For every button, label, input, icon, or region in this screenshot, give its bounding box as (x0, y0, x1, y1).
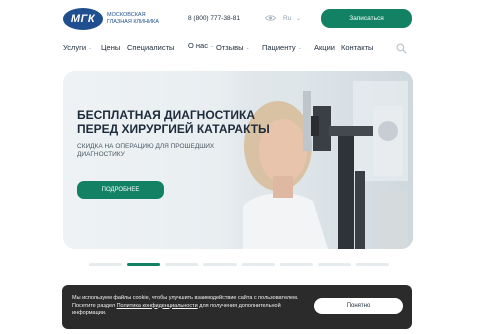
nav-item-prices[interactable]: Цены (101, 43, 120, 52)
logo-mark: МГК (63, 8, 103, 30)
nav-item-reviews[interactable]: Отзывы ⌄ (216, 43, 250, 52)
slider-dot[interactable] (355, 263, 389, 266)
nav-item-label: Контакты (341, 43, 374, 52)
nav-item-label: О нас (188, 41, 208, 50)
nav-item-contacts[interactable]: Контакты (341, 43, 373, 52)
chevron-down-icon[interactable]: ⌄ (296, 15, 301, 22)
slider-dot-active[interactable] (127, 263, 161, 266)
site-header: МГК Московская глазная клиника 8 (800) 7… (0, 0, 480, 40)
nav-item-label: Акции (314, 43, 335, 52)
main-nav: Услуги ⌄ Цены Специалисты О нас ⌄ Отзывы… (0, 40, 480, 60)
cookie-accept-button[interactable]: Понятно (314, 298, 403, 314)
slider-dot[interactable] (241, 263, 275, 266)
chevron-down-icon: ⌄ (209, 43, 215, 49)
language-selector[interactable]: Ru (283, 15, 291, 22)
privacy-policy-link[interactable]: Политика конфиденциальности (117, 303, 198, 309)
nav-item-promotions[interactable]: Акции (314, 43, 335, 52)
chevron-down-icon: ⌄ (88, 44, 93, 51)
search-icon[interactable] (396, 43, 407, 54)
signup-button[interactable]: Записаться (321, 9, 412, 28)
cookie-banner: Мы используем файлы cookie, чтобы улучши… (62, 285, 412, 329)
chevron-down-icon: ⌄ (245, 44, 250, 51)
logo[interactable]: МГК Московская глазная клиника (63, 8, 169, 30)
nav-item-label: Пациенту (262, 43, 296, 52)
nav-item-patient[interactable]: Пациенту ⌄ (262, 43, 302, 52)
more-button[interactable]: Подробнее (77, 181, 164, 199)
nav-item-label: Цены (101, 43, 121, 52)
nav-item-services[interactable]: Услуги ⌄ (63, 43, 92, 52)
hero-banner[interactable]: Бесплатная диагностика перед хирургией к… (63, 71, 413, 249)
nav-item-label: Специалисты (127, 43, 175, 52)
nav-item-label: Услуги (63, 43, 87, 52)
nav-item-about[interactable]: О нас ⌄ (188, 42, 214, 50)
slider-dot[interactable] (317, 263, 351, 266)
slider-dot[interactable] (165, 263, 199, 266)
cookie-text: Мы используем файлы cookie, чтобы улучши… (72, 295, 307, 318)
nav-item-label: Отзывы (216, 43, 244, 52)
nav-item-specialists[interactable]: Специалисты (127, 43, 174, 52)
slider-dot[interactable] (89, 263, 123, 266)
eye-icon[interactable] (265, 14, 276, 22)
slider-dot[interactable] (279, 263, 313, 266)
hero-photo (243, 71, 413, 249)
phone-number[interactable]: 8 (800) 777-38-81 (188, 15, 240, 22)
chevron-down-icon: ⌄ (297, 44, 302, 51)
slider-dot[interactable] (203, 263, 237, 266)
logo-text: Московская глазная клиника (107, 12, 159, 25)
banner-title: Бесплатная диагностика перед хирургией к… (77, 108, 270, 136)
slider-indicators (89, 263, 389, 267)
banner-subtitle: Скидка на операцию для прошедших диагнос… (77, 143, 215, 158)
